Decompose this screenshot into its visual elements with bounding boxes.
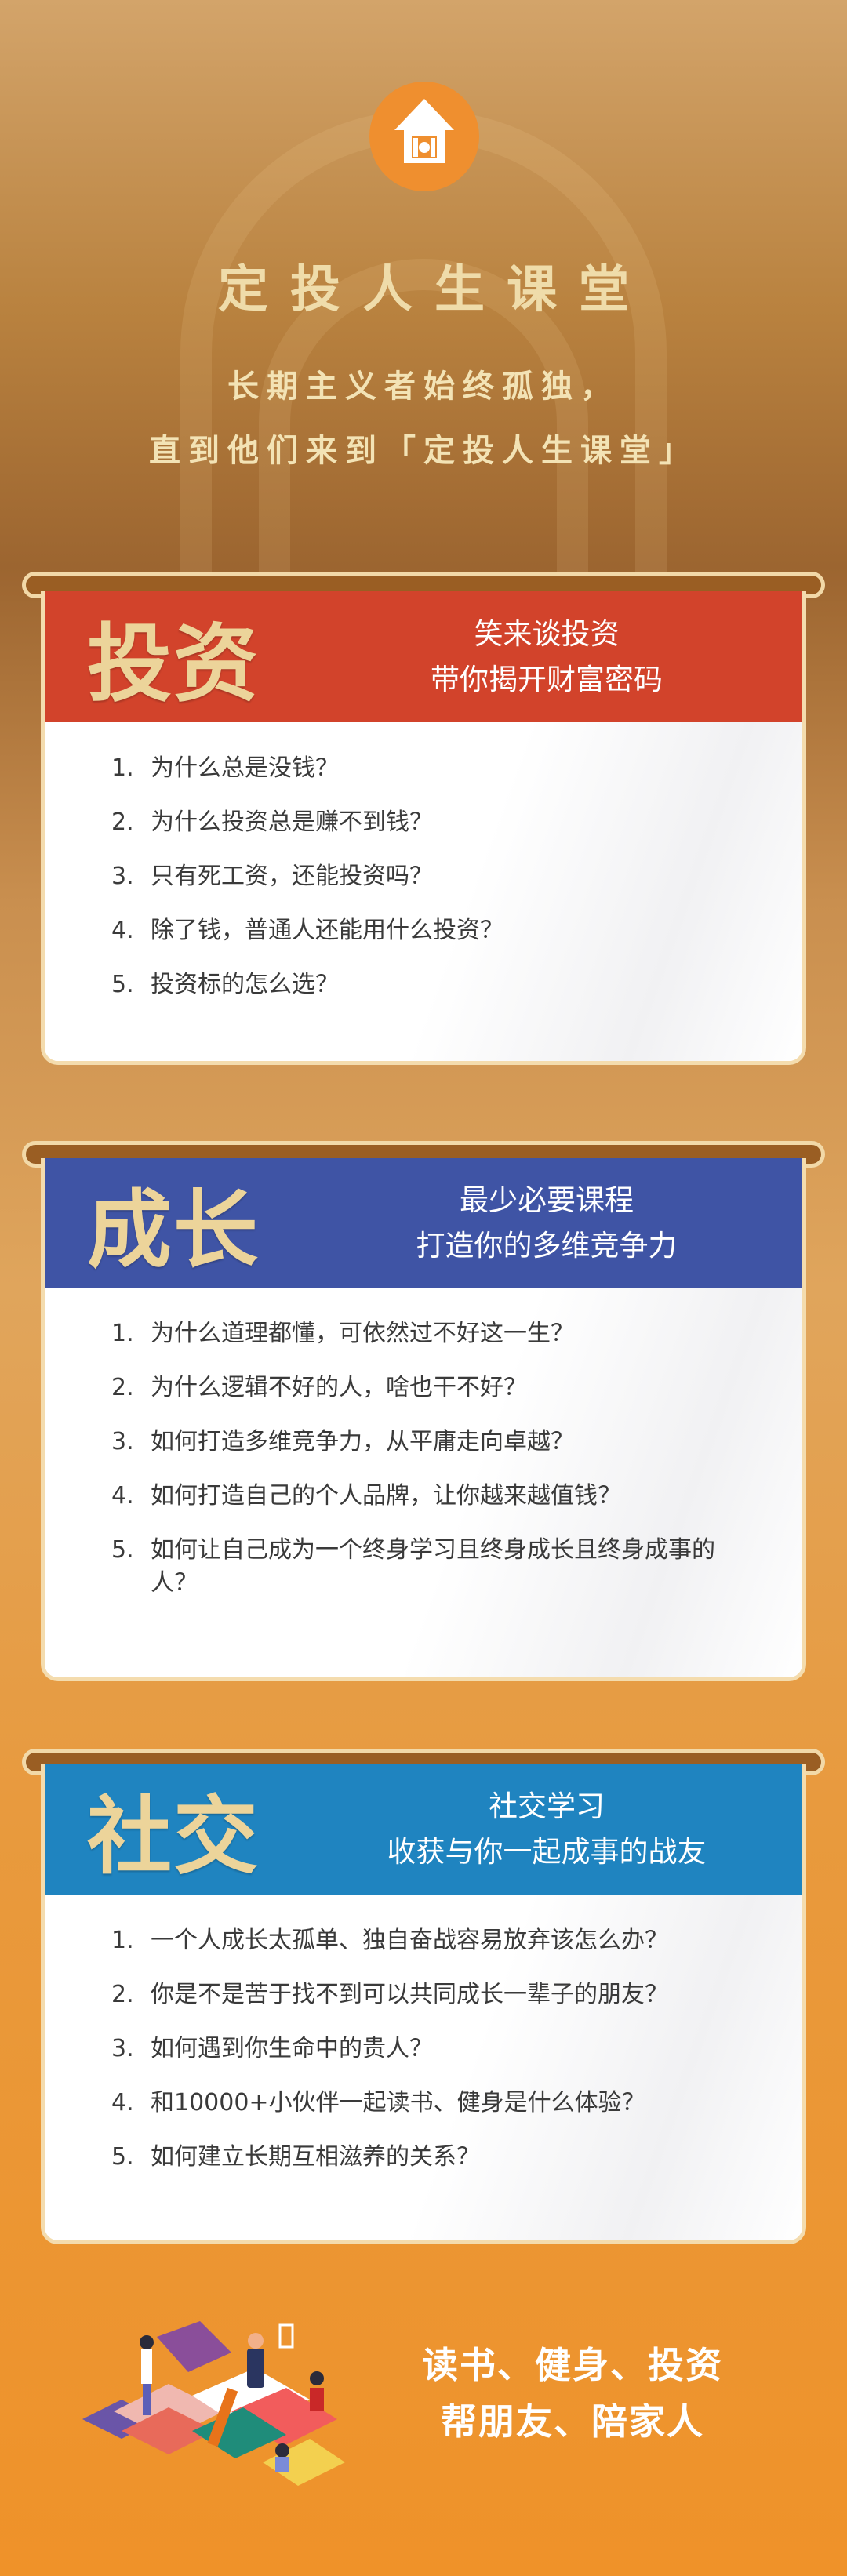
list-item: 5. 投资标的怎么选？ [111,971,339,998]
list-item: 5. 如何建立长期互相滋养的关系？ [111,2143,480,2171]
card-title: 成长 [87,1180,260,1280]
list-item: 4. 如何打造自己的个人品牌，让你越来越值钱？ [111,1482,621,1510]
question-list: 1. 一个人成长太孤单、独自奋战容易放弃该怎么办？ 2. 你是不是苦于找不到可以共同… [45,1895,802,2240]
list-item: 3. 如何遇到你生命中的贵人？ [111,2035,433,2062]
question-list: 1. 为什么道理都懂，可依然过不好这一生？ 2. 为什么逻辑不好的人，啥也干不好？ … [45,1288,802,1677]
list-item: 4. 除了钱，普通人还能用什么投资？ [111,917,503,944]
list-item: 5. 如何让自己成为一个终身学习且终身成长且终身成事的人？ [111,1536,715,1597]
card-header: 成长 最少必要课程打造你的多维竞争力 [45,1158,802,1288]
question-list: 1. 为什么总是没钱？ 2. 为什么投资总是赚不到钱？ 3. 只有死工资，还能投资吗？… [45,722,802,1061]
tagline-line: 带你揭开财富密码 [431,662,663,696]
list-item: 2. 为什么投资总是赚不到钱？ [111,808,433,836]
tagline-line: 最少必要课程 [460,1183,634,1217]
house-coin-icon [369,82,479,191]
list-item: 3. 如何打造多维竞争力，从平庸走向卓越？ [111,1428,574,1455]
tagline-line: 打造你的多维竞争力 [416,1228,678,1263]
list-item: 2. 你是不是苦于找不到可以共同成长一辈子的朋友？ [111,1981,668,2008]
list-item: 1. 一个人成长太孤单、独自奋战容易放弃该怎么办？ [111,1927,668,1954]
list-item: 3. 只有死工资，还能投资吗？ [111,863,433,890]
tagline-line: 笑来谈投资 [474,616,620,651]
list-item: 2. 为什么逻辑不好的人，啥也干不好？ [111,1374,527,1401]
card-tagline: 最少必要课程打造你的多维竞争力 [322,1178,802,1269]
card-tagline: 社交学习收获与你一起成事的战友 [322,1784,802,1875]
tagline-line: 收获与你一起成事的战友 [387,1835,707,1869]
people-reading-books-illustration [75,2294,357,2505]
list-item: 4. 和10000+小伙伴一起读书、健身是什么体验？ [111,2089,645,2116]
page: 定投人生课堂 长期主义者始终孤独， 直到他们来到「定投人生课堂」 投资 笑来谈投… [0,0,847,2576]
footer-line: 帮朋友、陪家人 [441,2400,704,2443]
card-header: 社交 社交学习收获与你一起成事的战友 [45,1764,802,1895]
subtitle-line: 直到他们来到「定投人生课堂」 [149,433,698,469]
subtitle-line: 长期主义者始终孤独， [227,369,620,405]
page-title: 定投人生课堂 [218,261,651,319]
card-tagline: 笑来谈投资带你揭开财富密码 [322,612,802,703]
footer-line: 读书、健身、投资 [422,2344,723,2386]
list-item: 1. 为什么道理都懂，可依然过不好这一生？ [111,1320,574,1347]
card-frame: 成长 最少必要课程打造你的多维竞争力 1. 为什么道理都懂，可依然过不好这一生？ … [41,1158,806,1681]
card-title: 社交 [87,1787,260,1886]
card-frame: 投资 笑来谈投资带你揭开财富密码 1. 为什么总是没钱？ 2. 为什么投资总是赚不到… [41,591,806,1065]
list-item: 1. 为什么总是没钱？ [111,754,339,782]
tagline-line: 社交学习 [489,1789,605,1823]
card-frame: 社交 社交学习收获与你一起成事的战友 1. 一个人成长太孤单、独自奋战容易放弃该怎… [41,1764,806,2244]
card-header: 投资 笑来谈投资带你揭开财富密码 [45,591,802,722]
card-title: 投资 [87,614,260,714]
